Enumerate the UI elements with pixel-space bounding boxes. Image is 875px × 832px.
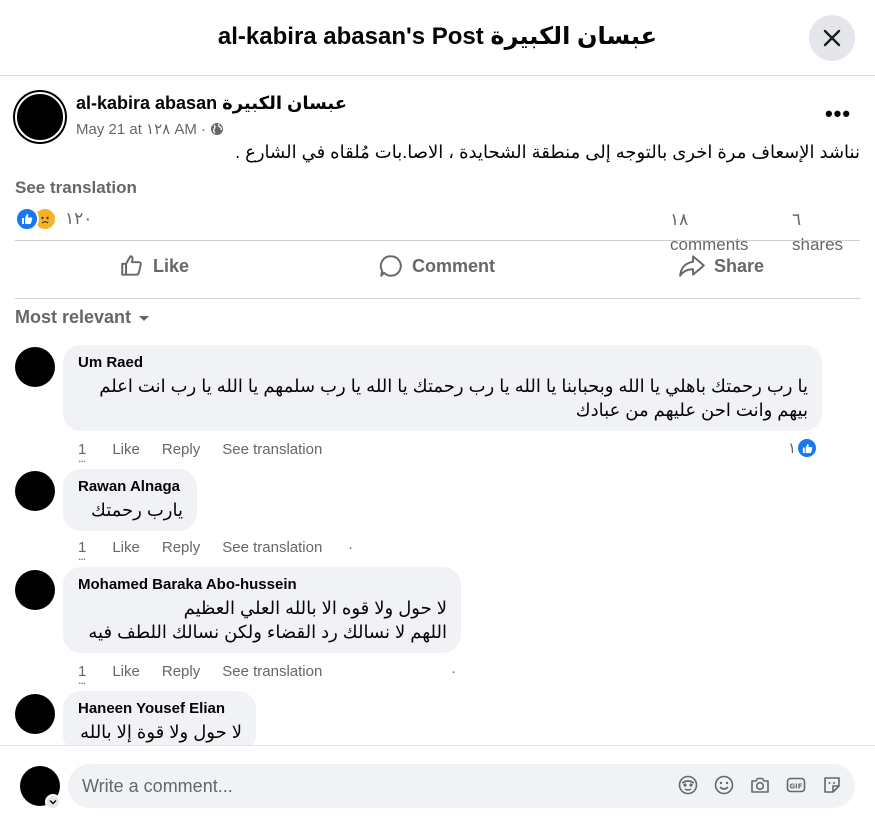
comment-see-translation[interactable]: See translation: [222, 663, 322, 680]
comment-see-translation[interactable]: See translation: [222, 539, 322, 556]
comment-time[interactable]: 1: [78, 663, 86, 687]
avatar-sticker-icon[interactable]: [677, 774, 699, 796]
comment-like-count: ١: [788, 440, 797, 457]
globe-icon: [211, 123, 224, 135]
shares-count[interactable]: ٦ shares: [792, 207, 852, 257]
comment-text: يارب رحمتك: [91, 500, 183, 520]
commenter-name[interactable]: Um Raed: [78, 354, 808, 371]
close-button[interactable]: [809, 15, 855, 61]
reaction-count: ١٢٠: [65, 209, 93, 228]
shares-count-number: ٦: [792, 210, 802, 229]
comments-count-number: ١٨: [670, 210, 689, 229]
comment-like-button[interactable]: Like: [112, 539, 140, 556]
comment-text: لا حول ولا قوه الا بالله العلي العظيم ال…: [88, 598, 447, 642]
author-name[interactable]: al-kabira abasan عبسان الكبيرة: [76, 93, 347, 114]
see-translation-link[interactable]: See translation: [15, 178, 137, 198]
comment-see-translation[interactable]: See translation: [222, 441, 322, 458]
comment-button[interactable]: Comment: [378, 248, 495, 284]
emoji-icon[interactable]: [713, 774, 735, 796]
svg-text:GIF: GIF: [789, 783, 802, 791]
separator-dot: ·: [348, 539, 353, 556]
profile-switcher-button[interactable]: [45, 794, 61, 810]
commenter-avatar[interactable]: [15, 347, 55, 387]
comment-actions: 1 Like Reply See translation: [78, 441, 344, 465]
like-reaction-icon: [796, 437, 819, 459]
comment-icon: [379, 255, 402, 277]
comment-composer[interactable]: GIF: [68, 764, 855, 808]
comment-bubble: Um Raed يا رب رحمتك باهلي يا الله وبحباب…: [63, 345, 822, 431]
comment-reply-button[interactable]: Reply: [162, 441, 200, 458]
separator-dot: ·: [451, 663, 456, 680]
comment-actions: 1 Like Reply See translation: [78, 539, 344, 563]
divider: [15, 298, 860, 299]
commenter-avatar[interactable]: [15, 570, 55, 610]
comment-reactions[interactable]: ١: [788, 437, 819, 459]
like-reaction-icon: [15, 207, 39, 231]
close-icon: [823, 29, 841, 47]
comment-text: يا رب رحمتك باهلي يا الله وبحبابنا يا ال…: [99, 376, 808, 420]
composer-icons: GIF: [677, 774, 843, 796]
post-text: نناشد الإسعاف مرة اخرى بالتوجه إلى منطقة…: [235, 142, 860, 162]
comment-reply-button[interactable]: Reply: [162, 663, 200, 680]
gif-icon[interactable]: GIF: [785, 774, 807, 796]
share-button[interactable]: Share: [678, 248, 764, 284]
comment-reply-button[interactable]: Reply: [162, 539, 200, 556]
commenter-name[interactable]: Rawan Alnaga: [78, 478, 183, 495]
sticker-icon[interactable]: [821, 774, 843, 796]
reactions-summary[interactable]: ١٢٠: [15, 207, 92, 231]
comment-button-label: Comment: [412, 255, 496, 276]
commenter-avatar[interactable]: [15, 471, 55, 511]
comment-bubble: Mohamed Baraka Abo-hussein لا حول ولا قو…: [63, 567, 461, 653]
comment-text: لا حول ولا قوة إلا بالله: [80, 722, 242, 742]
share-icon: [679, 255, 705, 277]
comment-bubble: Haneen Yousef Elian لا حول ولا قوة إلا ب…: [63, 691, 256, 753]
more-icon: •••: [824, 101, 852, 126]
comment-input[interactable]: [82, 764, 642, 808]
camera-icon[interactable]: [749, 774, 771, 796]
dialog-header: al-kabira abasan's Post عبسان الكبيرة: [0, 0, 875, 76]
more-options-button[interactable]: •••: [822, 98, 854, 130]
comment-like-button[interactable]: Like: [112, 441, 140, 458]
share-button-label: Share: [714, 255, 765, 276]
thumbs-up-icon: [121, 255, 142, 276]
sort-label: Most relevant: [15, 307, 132, 327]
comment-like-button[interactable]: Like: [112, 663, 140, 680]
dialog-title: al-kabira abasan's Post عبسان الكبيرة: [217, 23, 658, 50]
post-meta: May 21 at ١٢٨ AM ·: [76, 120, 224, 138]
commenter-avatar[interactable]: [15, 694, 55, 734]
comment-time[interactable]: 1: [78, 539, 86, 563]
comment-sort-dropdown[interactable]: Most relevant: [15, 307, 151, 328]
caret-down-icon: [139, 315, 150, 321]
author-avatar[interactable]: [15, 92, 65, 142]
comment-bubble: Rawan Alnaga يارب رحمتك: [63, 469, 197, 531]
divider: [15, 240, 860, 241]
shares-count-label: shares: [792, 235, 844, 254]
commenter-name[interactable]: Haneen Yousef Elian: [78, 700, 242, 717]
chevron-down-icon: [49, 800, 57, 805]
comment-actions: 1 Like Reply See translation: [78, 663, 344, 687]
post-timestamp[interactable]: May 21 at ١٢٨ AM ·: [76, 120, 206, 138]
commenter-name[interactable]: Mohamed Baraka Abo-hussein: [78, 576, 447, 593]
comment-time[interactable]: 1: [78, 441, 86, 465]
like-button-label: Like: [153, 255, 190, 276]
like-button[interactable]: Like: [119, 248, 189, 284]
